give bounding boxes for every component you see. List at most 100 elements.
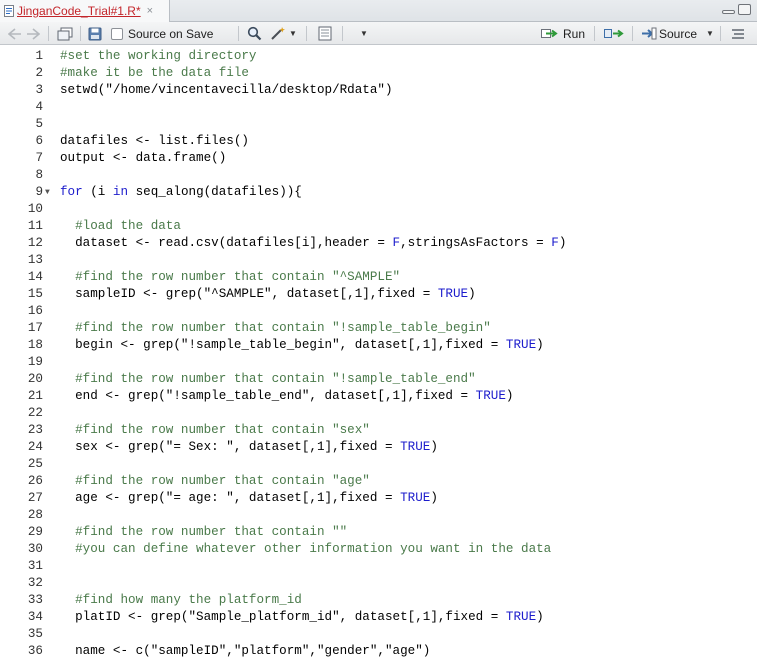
code-line[interactable]: 27 age <- grep("= age: ", dataset[,1],fi… — [0, 490, 757, 507]
code-text: #find how many the platform_id — [60, 593, 302, 607]
line-number: 14 — [27, 270, 43, 284]
save-button[interactable] — [88, 22, 102, 45]
fold-toggle-icon[interactable]: ▼ — [45, 184, 50, 201]
notebook-icon — [318, 26, 332, 41]
source-button[interactable]: Source ▼ — [640, 22, 714, 45]
code-editor[interactable]: 1 #set the working directory 2 #make it be … — [0, 45, 757, 659]
document-outline-button[interactable] — [731, 22, 745, 45]
line-number: 9 — [35, 185, 43, 199]
code-line[interactable]: 29 #find the row number that contain "" — [0, 524, 757, 541]
line-number: 25 — [27, 457, 43, 471]
code-line[interactable]: 24 sex <- grep("= Sex: ", dataset[,1],fi… — [0, 439, 757, 456]
code-line[interactable]: 17 #find the row number that contain "!s… — [0, 320, 757, 337]
chevron-down-icon: ▼ — [289, 29, 297, 38]
editor-toolbar: Source on Save ▼ ▼ Run Source ▼ — [0, 22, 757, 45]
line-number: 26 — [27, 474, 43, 488]
rerun-button[interactable] — [604, 22, 624, 45]
code-line[interactable]: 23 #find the row number that contain "se… — [0, 422, 757, 439]
tab-bar: JinganCode_Trial#1.R* × — [0, 0, 757, 22]
code-line[interactable]: 5 — [0, 116, 757, 133]
code-line[interactable]: 31 — [0, 558, 757, 575]
code-line[interactable]: 34 platID <- grep("Sample_platform_id", … — [0, 609, 757, 626]
maximize-pane-button[interactable] — [738, 4, 751, 15]
run-arrow-icon — [541, 29, 558, 38]
code-line[interactable]: 20 #find the row number that contain "!s… — [0, 371, 757, 388]
code-line[interactable]: 30 #you can define whatever other inform… — [0, 541, 757, 558]
code-line[interactable]: 26 #find the row number that contain "ag… — [0, 473, 757, 490]
code-text: #make it be the data file — [60, 66, 249, 80]
compile-report-button[interactable] — [318, 22, 332, 45]
code-text: #you can define whatever other informati… — [60, 542, 552, 556]
line-number: 34 — [27, 610, 43, 624]
line-number: 36 — [27, 644, 43, 658]
code-line[interactable]: 22 — [0, 405, 757, 422]
source-on-save-label: Source on Save — [128, 26, 214, 41]
code-tools-button[interactable]: ▼ — [270, 22, 297, 45]
code-line[interactable]: 9 ▼ for (i in seq_along(datafiles)){ — [0, 184, 757, 201]
code-line[interactable]: 14 #find the row number that contain "^S… — [0, 269, 757, 286]
code-line[interactable]: 25 — [0, 456, 757, 473]
editor-tab[interactable]: JinganCode_Trial#1.R* × — [0, 0, 170, 22]
code-line[interactable]: 4 — [0, 99, 757, 116]
code-line[interactable]: 11 #load the data — [0, 218, 757, 235]
line-number: 24 — [27, 440, 43, 454]
chevron-down-icon[interactable]: ▼ — [706, 29, 714, 38]
code-line[interactable]: 12 dataset <- read.csv(datafiles[i],head… — [0, 235, 757, 252]
code-line[interactable]: 35 — [0, 626, 757, 643]
minimize-pane-button[interactable] — [722, 10, 735, 14]
source-arrow-icon — [642, 27, 657, 40]
code-text: platID <- grep("Sample_platform_id", dat… — [60, 610, 544, 624]
line-number: 18 — [27, 338, 43, 352]
back-button[interactable] — [8, 22, 22, 45]
code-text: #find the row number that contain "!samp… — [60, 372, 476, 386]
code-line[interactable]: 10 — [0, 201, 757, 218]
code-line[interactable]: 16 — [0, 303, 757, 320]
rerun-icon — [604, 29, 624, 38]
code-text: dataset <- read.csv(datafiles[i],header … — [60, 236, 567, 250]
code-line[interactable]: 2 #make it be the data file — [0, 65, 757, 82]
code-line[interactable]: 3 setwd("/home/vincentavecilla/desktop/Rd… — [0, 82, 757, 99]
line-number: 1 — [35, 49, 43, 63]
pane-controls — [722, 4, 751, 15]
code-text: setwd("/home/vincentavecilla/desktop/Rda… — [60, 83, 393, 97]
code-line[interactable]: 15 sampleID <- grep("^SAMPLE", dataset[,… — [0, 286, 757, 303]
code-line[interactable]: 7 output <- data.frame() — [0, 150, 757, 167]
code-text: #load the data — [60, 219, 181, 233]
code-line[interactable]: 13 — [0, 252, 757, 269]
code-line[interactable]: 36 name <- c("sampleID","platform","gend… — [0, 643, 757, 659]
code-line[interactable]: 6 datafiles <- list.files() — [0, 133, 757, 150]
code-line[interactable]: 1 #set the working directory — [0, 48, 757, 65]
line-number: 11 — [27, 219, 43, 233]
run-button[interactable]: Run — [541, 22, 585, 45]
code-line[interactable]: 8 — [0, 167, 757, 184]
forward-button[interactable] — [26, 22, 40, 45]
magnifier-icon — [247, 26, 262, 41]
code-text: for (i in seq_along(datafiles)){ — [60, 185, 302, 199]
magic-wand-icon — [271, 27, 285, 40]
code-line[interactable]: 28 — [0, 507, 757, 524]
code-text: sampleID <- grep("^SAMPLE", dataset[,1],… — [60, 287, 476, 301]
r-file-icon — [4, 5, 14, 17]
line-number: 33 — [27, 593, 43, 607]
code-text: begin <- grep("!sample_table_begin", dat… — [60, 338, 544, 352]
outline-list-icon — [732, 28, 744, 39]
line-number: 28 — [27, 508, 43, 522]
code-line[interactable]: 33 #find how many the platform_id — [0, 592, 757, 609]
code-line[interactable]: 19 — [0, 354, 757, 371]
run-label: Run — [563, 26, 586, 41]
line-number: 17 — [27, 321, 43, 335]
close-icon[interactable]: × — [147, 5, 153, 17]
code-text: #find the row number that contain "age" — [60, 474, 370, 488]
line-number: 5 — [35, 117, 43, 131]
find-replace-button[interactable] — [247, 22, 262, 45]
line-number: 7 — [35, 151, 43, 165]
code-line[interactable]: 18 begin <- grep("!sample_table_begin", … — [0, 337, 757, 354]
code-line[interactable]: 21 end <- grep("!sample_table_end", data… — [0, 388, 757, 405]
show-in-window-button[interactable] — [57, 22, 73, 45]
more-options-dropdown[interactable]: ▼ — [357, 22, 368, 45]
code-line[interactable]: 32 — [0, 575, 757, 592]
source-label: Source — [659, 26, 698, 41]
source-on-save-checkbox[interactable] — [111, 27, 123, 40]
popout-icon — [57, 27, 73, 40]
source-on-save-toggle[interactable]: Source on Save — [111, 22, 213, 45]
